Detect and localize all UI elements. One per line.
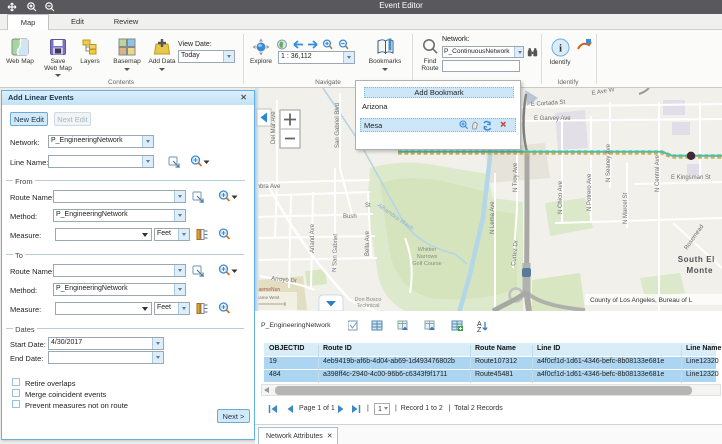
svg-text:N Potrero Ave: N Potrero Ave [587,173,593,211]
svg-text:E Kingsman St: E Kingsman St [671,175,711,181]
svg-text:Bush: Bush [343,214,357,220]
svg-text:E Garvey Ave: E Garvey Ave [534,116,571,122]
svg-text:South El: South El [678,255,715,264]
svg-text:St: St [365,203,371,209]
svg-text:N Lema Ave: N Lema Ave [490,201,496,234]
svg-text:mbra Ave: mbra Ave [255,184,281,190]
svg-text:Golf Course: Golf Course [412,261,441,267]
svg-text:County of Los Angeles, Bureau: County of Los Angeles, Bureau of L [590,297,693,304]
svg-text:San Gabriel Blvd: San Gabriel Blvd [335,103,341,148]
svg-text:Arland Ave: Arland Ave [310,223,316,253]
svg-text:Z: Z [477,327,482,333]
svg-text:Whittier: Whittier [418,247,437,253]
svg-text:Del Mar Ave: Del Mar Ave [271,111,277,144]
svg-text:i: i [558,43,561,55]
svg-text:Technical: Technical [357,303,380,309]
svg-text:N Chico Ave: N Chico Ave [558,180,564,214]
svg-text:saemeNun: saemeNun [256,287,280,293]
svg-text:N Marcel St: N Marcel St [623,192,629,224]
svg-text:same West: same West [257,295,280,300]
svg-text:N Central Ave: N Central Ave [655,154,661,192]
svg-text:N Troy Ave: N Troy Ave [513,162,519,192]
svg-text:Bella Ave: Bella Ave [365,230,371,256]
svg-text:Monte: Monte [686,266,713,275]
svg-text:Narrows: Narrows [417,254,438,260]
svg-text:N Seaney Ave: N Seaney Ave [606,143,612,182]
